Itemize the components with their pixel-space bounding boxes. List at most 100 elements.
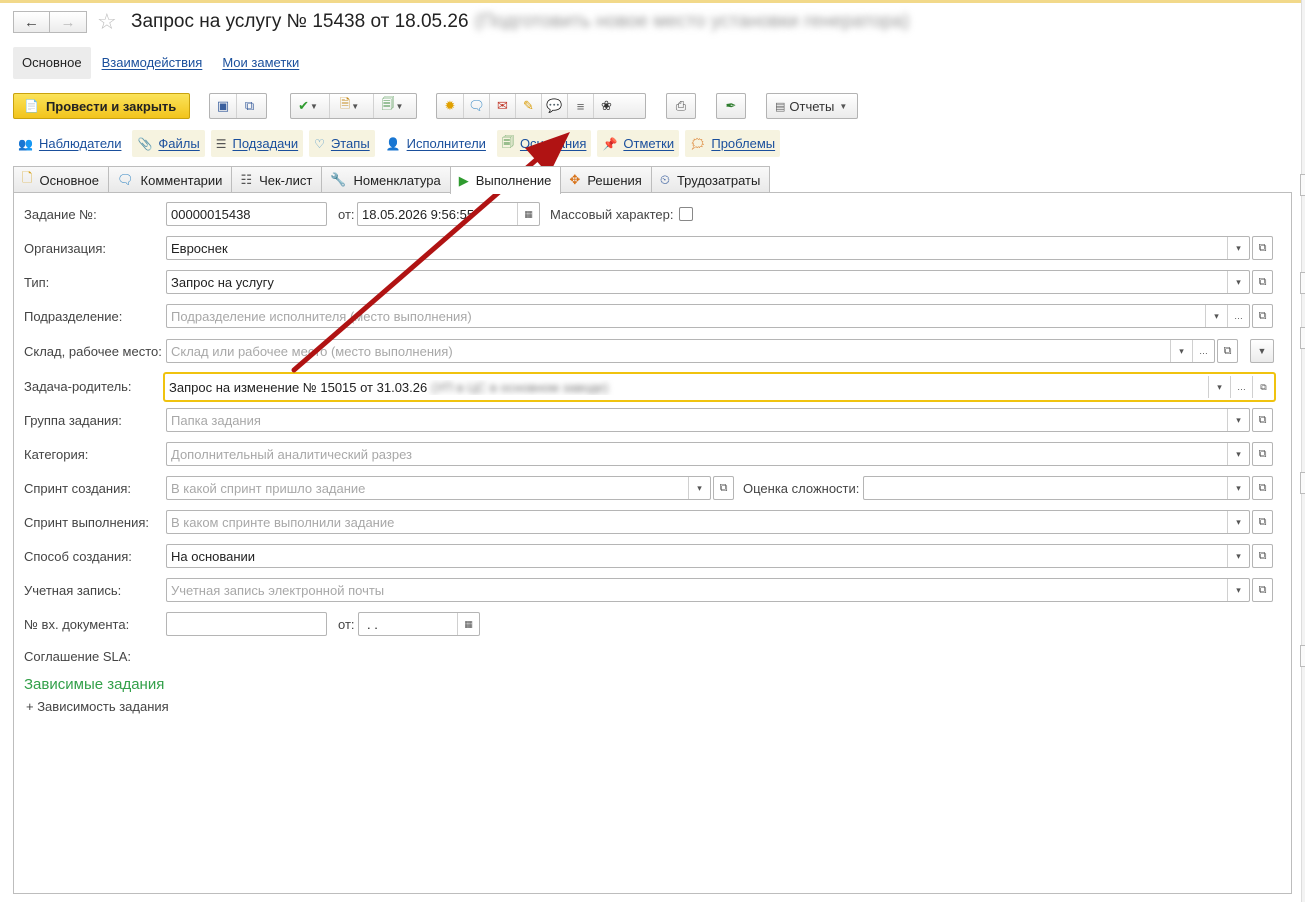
- sublink-observers[interactable]: 👥 Наблюдатели: [13, 130, 126, 157]
- sprint-exec-field[interactable]: В каком спринте выполнили задание ▾: [166, 510, 1250, 534]
- chevron-down-icon[interactable]: ▾: [1170, 340, 1192, 362]
- open-warehouse-button[interactable]: ⧉: [1217, 339, 1238, 363]
- tab-nomenclature[interactable]: 🔧 Номенклатура: [321, 166, 451, 193]
- open-complexity-button[interactable]: ⧉: [1252, 476, 1273, 500]
- execution-panel: [13, 192, 1292, 894]
- open-group-button[interactable]: ⧉: [1252, 408, 1273, 432]
- parent-label: Задача-родитель:: [24, 379, 132, 394]
- people-icon: 👥: [18, 136, 33, 151]
- open-category-button[interactable]: ⧉: [1252, 442, 1273, 466]
- chevron-down-icon[interactable]: ▾: [1227, 271, 1249, 293]
- sprint-create-field[interactable]: В какой спринт пришло задание ▾: [166, 476, 711, 500]
- incoming-field[interactable]: [166, 612, 327, 636]
- forward-button[interactable]: →: [50, 11, 87, 33]
- select-ellipsis-icon[interactable]: …: [1230, 376, 1252, 398]
- calendar-icon[interactable]: ▦: [457, 613, 479, 635]
- dept-field[interactable]: Подразделение исполнителя (место выполне…: [166, 304, 1250, 328]
- open-dept-button[interactable]: ⧉: [1252, 304, 1273, 328]
- save-button[interactable]: ▣: [210, 94, 236, 118]
- save-all-button[interactable]: ⧉: [236, 94, 262, 118]
- sublink-problems[interactable]: 🗯 Проблемы: [685, 130, 781, 157]
- warehouse-label: Склад, рабочее место:: [24, 344, 162, 359]
- warehouse-field[interactable]: Склад или рабочее место (место выполнени…: [166, 339, 1215, 363]
- account-label: Учетная запись:: [24, 583, 122, 598]
- sublink-bases[interactable]: 🗐 Основания: [496, 130, 592, 157]
- create-based-dropdown-button[interactable]: 🗎 ▼: [329, 94, 373, 118]
- discussion-button[interactable]: 🗨: [463, 94, 489, 118]
- list-button[interactable]: ≡: [567, 94, 593, 118]
- tab-solutions[interactable]: ✥ Решения: [560, 166, 652, 193]
- checklist-icon: ☷: [240, 172, 253, 187]
- tab-execution[interactable]: ▶ Выполнение: [449, 166, 562, 194]
- chevron-down-icon[interactable]: ▾: [1208, 376, 1230, 398]
- approve-dropdown-button[interactable]: ✔ ▼: [291, 94, 329, 118]
- account-field[interactable]: Учетная запись электронной почты ▾: [166, 578, 1250, 602]
- post-document-icon: 📄: [24, 99, 39, 113]
- open-method-button[interactable]: ⧉: [1252, 544, 1273, 568]
- chevron-down-icon[interactable]: ▾: [1227, 579, 1249, 601]
- calendar-icon[interactable]: ▦: [517, 203, 539, 225]
- sublink-subtasks[interactable]: ☰ Подзадачи: [210, 130, 304, 157]
- task-no-field[interactable]: 00000015438: [166, 202, 327, 226]
- chevron-down-icon[interactable]: ▾: [1227, 409, 1249, 431]
- type-field[interactable]: Запрос на услугу ▾: [166, 270, 1250, 294]
- open-sprint-create-button[interactable]: ⧉: [713, 476, 734, 500]
- print-button[interactable]: ⎙: [666, 93, 696, 119]
- open-sprint-exec-button[interactable]: ⧉: [1252, 510, 1273, 534]
- warehouse-extra-dropdown[interactable]: ▼: [1250, 339, 1274, 363]
- mass-checkbox[interactable]: [679, 207, 693, 221]
- tab-comments[interactable]: 🗨 Комментарии: [108, 166, 233, 193]
- sublink-executors[interactable]: 👤 Исполнители: [381, 130, 491, 157]
- open-type-button[interactable]: ⧉: [1252, 270, 1273, 294]
- org-field[interactable]: Евроснек ▾: [166, 236, 1250, 260]
- complexity-field[interactable]: ▾: [863, 476, 1250, 500]
- tab-labor-costs[interactable]: ⏲ Трудозатраты: [650, 166, 771, 193]
- parent-task-field[interactable]: Запрос на изменение № 15015 от 31.03.26(…: [164, 373, 1275, 401]
- favorite-star-icon[interactable]: ☆: [97, 9, 117, 35]
- open-window-icon[interactable]: ⧉: [1252, 376, 1274, 398]
- chevron-down-icon[interactable]: ▾: [1227, 545, 1249, 567]
- chevron-down-icon[interactable]: ▾: [1227, 237, 1249, 259]
- incoming-label: № вх. документа:: [24, 617, 130, 632]
- chevron-down-icon[interactable]: ▾: [688, 477, 710, 499]
- add-dependency-button[interactable]: + Зависимость задания: [26, 699, 169, 714]
- mail-button[interactable]: ✉: [489, 94, 515, 118]
- section-tabs: Основное Взаимодействия Мои заметки: [13, 47, 310, 79]
- save-group: ▣ ⧉: [209, 93, 267, 119]
- history-navigation: ← →: [13, 11, 87, 33]
- chevron-down-icon[interactable]: ▾: [1227, 511, 1249, 533]
- signature-button[interactable]: ✒: [716, 93, 746, 119]
- chevron-down-icon[interactable]: ▾: [1227, 443, 1249, 465]
- post-and-close-button[interactable]: 📄 Провести и закрыть: [13, 93, 190, 119]
- executors-icon: 👤: [385, 136, 401, 151]
- open-org-button[interactable]: ⧉: [1252, 236, 1273, 260]
- section-tab-interactions[interactable]: Взаимодействия: [93, 47, 212, 79]
- new-subtask-button[interactable]: ✹: [437, 94, 463, 118]
- select-ellipsis-icon[interactable]: …: [1227, 305, 1249, 327]
- sublink-marks[interactable]: 📌 Отметки: [597, 130, 680, 157]
- related-documents-dropdown-button[interactable]: 🗐 ▼: [373, 94, 415, 118]
- tab-main[interactable]: 🗋 Основное: [13, 166, 110, 193]
- chevron-down-icon: ▼: [839, 101, 848, 111]
- edit-button[interactable]: ✎: [515, 94, 541, 118]
- sublink-stages[interactable]: ♡ Этапы: [309, 130, 375, 157]
- reports-dropdown-button[interactable]: ▤ Отчеты ▼: [766, 93, 858, 119]
- category-field[interactable]: Дополнительный аналитический разрез ▾: [166, 442, 1250, 466]
- section-tab-main[interactable]: Основное: [13, 47, 91, 79]
- mailbox-icon: ✉: [497, 98, 508, 113]
- incoming-date-field[interactable]: . . ▦: [358, 612, 480, 636]
- chevron-down-icon[interactable]: ▾: [1227, 477, 1249, 499]
- method-field[interactable]: На основании ▾: [166, 544, 1250, 568]
- date-field[interactable]: 18.05.2026 9:56:55 ▦: [357, 202, 540, 226]
- ai-button[interactable]: ❀: [593, 94, 619, 118]
- select-ellipsis-icon[interactable]: …: [1192, 340, 1214, 362]
- tab-checklist[interactable]: ☷ Чек-лист: [231, 166, 323, 193]
- open-account-button[interactable]: ⧉: [1252, 578, 1273, 602]
- sublink-files[interactable]: 📎 Файлы: [132, 130, 205, 157]
- section-tab-my-notes[interactable]: Мои заметки: [213, 47, 308, 79]
- messages-button[interactable]: 💬: [541, 94, 567, 118]
- chevron-down-icon[interactable]: ▾: [1205, 305, 1227, 327]
- group-field[interactable]: Папка задания ▾: [166, 408, 1250, 432]
- play-icon: ▶: [458, 172, 469, 188]
- back-button[interactable]: ←: [13, 11, 50, 33]
